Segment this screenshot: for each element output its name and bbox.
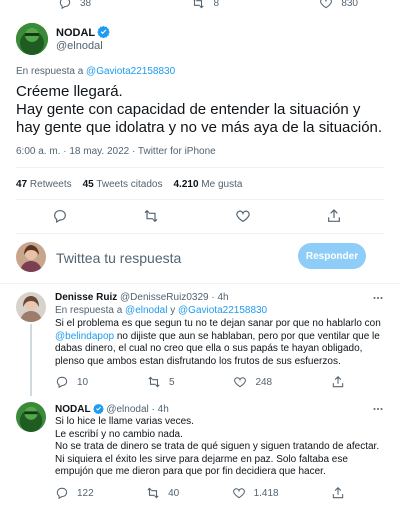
reply2-handle[interactable]: @elnodal <box>106 404 148 415</box>
reply1-author-name[interactable]: Denisse Ruiz <box>55 292 117 303</box>
share-action[interactable] <box>331 486 345 500</box>
reply-count: 38 <box>80 0 92 9</box>
retweet-action[interactable]: 8 <box>191 0 219 10</box>
reply-context-mention[interactable]: @Gaviota22158830 <box>86 66 175 77</box>
previous-tweet-actions: 38 8 830 <box>58 0 358 10</box>
avatar-image <box>16 23 48 55</box>
reply1-header: Denisse Ruiz @DenisseRuiz0329 · 4h <box>55 292 229 303</box>
reply1-context: En respuesta a @elnodal y @Gaviota221588… <box>55 305 268 316</box>
reply-context-prefix: En respuesta a <box>16 66 84 77</box>
reply2-text: Si lo hice le llame varias veces. Le esc… <box>55 416 380 477</box>
retweet-count: 8 <box>213 0 219 9</box>
reply-input[interactable]: Twittea tu respuesta <box>56 250 181 266</box>
author-handle[interactable]: @elnodal <box>56 40 110 53</box>
reply2-time[interactable]: 4h <box>158 404 169 415</box>
reply1-text: Si el problema es que segun tu no te dej… <box>55 318 381 367</box>
divider <box>0 283 400 284</box>
more-options-icon[interactable] <box>372 403 384 415</box>
nodal-avatar[interactable] <box>16 23 48 55</box>
heart-icon <box>234 377 247 388</box>
reply-icon <box>56 376 68 389</box>
share-icon <box>332 487 344 499</box>
main-tweet-actions <box>52 208 342 224</box>
thread-connector <box>30 324 32 396</box>
tweet-stats: 47 Retweets 45 Tweets citados 4.210 Me g… <box>16 179 242 190</box>
divider <box>16 167 384 168</box>
author-name[interactable]: NODAL <box>56 27 95 39</box>
heart-icon <box>320 0 333 9</box>
nodal-avatar[interactable] <box>16 402 46 432</box>
avatar-image <box>16 292 46 322</box>
divider <box>16 233 384 234</box>
reply1-actions: 10 5 248 <box>55 375 345 389</box>
share-icon <box>332 376 344 388</box>
retweet-icon <box>148 376 160 388</box>
reply-context: En respuesta a @Gaviota22158830 <box>16 66 175 77</box>
retweet-action[interactable]: 40 <box>146 486 179 500</box>
reply1-handle[interactable]: @DenisseRuiz0329 <box>120 292 209 303</box>
tweet-meta[interactable]: 6:00 a. m. · 18 may. 2022 · Twitter for … <box>16 146 216 157</box>
divider <box>16 199 384 200</box>
retweet-icon[interactable] <box>143 208 159 224</box>
reply1-mention-2[interactable]: @Gaviota22158830 <box>178 305 267 316</box>
like-count: 830 <box>341 0 358 9</box>
verified-icon <box>97 25 110 38</box>
like-action[interactable]: 248 <box>233 375 272 389</box>
more-options-icon[interactable] <box>372 292 384 304</box>
retweet-icon <box>147 487 159 499</box>
retweets-stat[interactable]: 47 Retweets <box>16 179 72 190</box>
reply1-mention-belinda[interactable]: @belindapop <box>55 331 114 342</box>
avatar-image <box>16 402 46 432</box>
like-action[interactable]: 830 <box>319 0 358 10</box>
reply-action[interactable]: 122 <box>55 486 94 500</box>
like-action[interactable]: 1.418 <box>232 486 279 500</box>
avatar-image <box>16 242 46 272</box>
reply-icon <box>59 0 71 10</box>
reply-button[interactable]: Responder <box>298 243 366 269</box>
reply2-author-name[interactable]: NODAL <box>55 404 91 415</box>
share-action[interactable] <box>331 375 345 389</box>
reply-icon <box>56 487 68 500</box>
quotes-stat[interactable]: 45 Tweets citados <box>83 179 163 190</box>
reply1-time[interactable]: 4h <box>217 292 228 303</box>
main-tweet-text: Créeme llegará. Hay gente con capacidad … <box>16 83 386 137</box>
heart-icon[interactable] <box>235 208 251 224</box>
reply2-actions: 122 40 1.418 <box>55 486 345 500</box>
reply2-header: NODAL @elnodal · 4h <box>55 403 169 415</box>
reply1-mention-1[interactable]: @elnodal <box>125 305 167 316</box>
main-tweet-author: NODAL @elnodal <box>56 25 110 53</box>
main-tweet-line2: Hay gente con capacidad de entender la s… <box>16 101 383 136</box>
verified-icon <box>92 403 104 414</box>
share-icon[interactable] <box>326 208 342 224</box>
heart-icon <box>232 488 245 499</box>
reply-icon[interactable] <box>52 208 68 224</box>
denisse-avatar[interactable] <box>16 292 46 322</box>
main-tweet-line1: Créeme llegará. <box>16 83 123 100</box>
retweet-action[interactable]: 5 <box>147 375 175 389</box>
reply-action[interactable]: 38 <box>58 0 91 10</box>
reply-action[interactable]: 10 <box>55 375 88 389</box>
user-avatar[interactable] <box>16 242 46 272</box>
likes-stat[interactable]: 4.210 Me gusta <box>173 179 242 190</box>
retweet-icon <box>193 0 205 9</box>
